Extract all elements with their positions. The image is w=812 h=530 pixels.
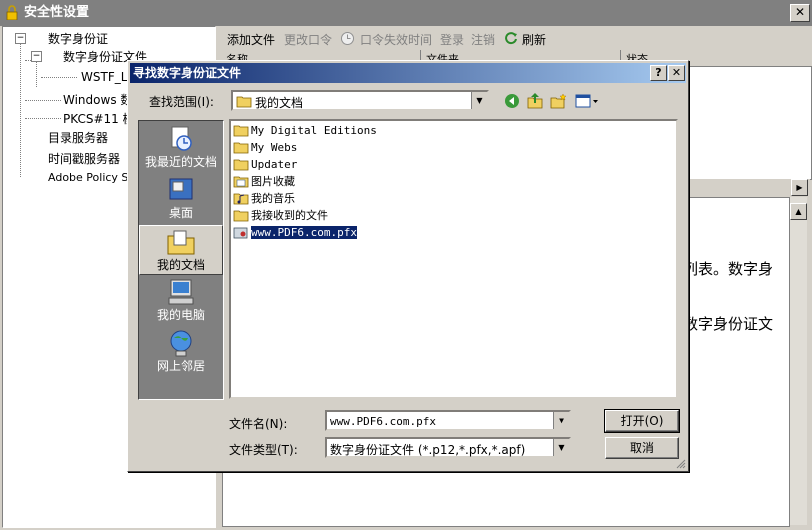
recent-documents-icon (171, 126, 192, 151)
cancel-button[interactable]: 取消 (605, 437, 679, 459)
help-button[interactable]: ? (650, 65, 667, 81)
folder-icon (233, 142, 249, 153)
places-bar: 我最近的文档 桌面 我的文档 我的电脑 网上邻居 (138, 120, 224, 400)
place-recent-documents[interactable]: 我最近的文档 (139, 123, 223, 173)
file-item[interactable]: My Digital Editions (233, 122, 377, 138)
certificate-file-icon (233, 227, 248, 238)
toolbar: 添加文件 更改口令 口令失效时间 登录 注销 刷新 (220, 26, 810, 50)
my-computer-icon (168, 279, 194, 305)
place-my-computer[interactable]: 我的电脑 (139, 276, 223, 326)
vertical-scrollbar[interactable]: ▲ (790, 197, 807, 525)
clock-icon (341, 32, 354, 45)
file-list[interactable]: My Digital Editions My Webs Updater 图片收藏… (229, 119, 678, 399)
tree-item-digital-id[interactable]: 数字身份证 (48, 30, 108, 47)
music-folder-icon (233, 193, 249, 204)
tree-item-adobe-policy-server[interactable]: Adobe Policy Ser (48, 171, 140, 184)
file-item[interactable]: 图片收藏 (233, 173, 295, 189)
filetype-select[interactable]: 数字身份证文件 (*.p12,*.pfx,*.apf) ▼ (325, 437, 571, 458)
look-in-label: 查找范围(I): (149, 95, 214, 109)
login-button[interactable]: 登录 (440, 31, 464, 48)
dialog-close-button[interactable]: ✕ (668, 65, 685, 81)
file-name: 图片收藏 (251, 175, 295, 188)
filename-input[interactable]: www.PDF6.com.pfx ▼ (325, 410, 571, 431)
up-folder-icon[interactable] (527, 92, 543, 109)
window-title: 安全性设置 (24, 5, 90, 20)
file-name: Updater (251, 157, 298, 171)
folder-icon (236, 96, 252, 108)
file-item[interactable]: Updater (233, 156, 297, 172)
file-name: 我接收到的文件 (251, 209, 328, 222)
refresh-button[interactable]: 刷新 (522, 31, 546, 48)
new-folder-icon[interactable] (550, 93, 567, 109)
change-password-button[interactable]: 更改口令 (284, 31, 332, 48)
place-label-my-computer: 我的电脑 (156, 308, 205, 322)
file-item[interactable]: 我的音乐 (233, 190, 295, 206)
place-label-desktop: 桌面 (168, 206, 193, 220)
file-name: www.PDF6.com.pfx (250, 224, 358, 240)
my-documents-icon (167, 230, 195, 255)
filename-value: www.PDF6.com.pfx (330, 415, 436, 428)
file-item-selected[interactable]: www.PDF6.com.pfx (233, 224, 358, 240)
scroll-right-arrow-icon[interactable]: ▶ (791, 179, 808, 196)
main-window-titlebar: 安全性设置 (0, 0, 812, 26)
add-file-button[interactable]: 添加文件 (227, 31, 275, 48)
place-label-network: 网上邻居 (156, 359, 205, 373)
look-in-dropdown-arrow-icon[interactable]: ▼ (471, 92, 487, 109)
dialog-titlebar: 寻找数字身份证文件 ? ✕ (130, 63, 686, 83)
filetype-label: 文件类型(T): (229, 443, 298, 457)
look-in-combo[interactable]: 我的文档 ▼ (231, 90, 489, 111)
password-timeout-button[interactable]: 口令失效时间 (360, 31, 432, 48)
filename-dropdown-arrow-icon[interactable]: ▼ (553, 412, 569, 429)
place-my-documents[interactable]: 我的文档 (139, 225, 223, 275)
place-label-my-documents: 我的文档 (156, 258, 205, 272)
pictures-folder-icon (233, 176, 249, 187)
file-name: My Digital Editions (251, 123, 377, 137)
view-menu-icon[interactable] (575, 94, 599, 108)
filetype-dropdown-arrow-icon[interactable]: ▼ (553, 439, 569, 456)
tree-expander-digital-id-files[interactable]: − (31, 51, 42, 62)
logout-button[interactable]: 注销 (471, 31, 495, 48)
look-in-value: 我的文档 (255, 96, 304, 110)
scroll-up-arrow-icon[interactable]: ▲ (790, 203, 807, 220)
folder-icon (233, 125, 249, 136)
description-line-1: 列表。数字身 (683, 260, 774, 278)
file-item[interactable]: 我接收到的文件 (233, 207, 328, 223)
file-name: My Webs (251, 140, 298, 154)
tree-item-directory-servers[interactable]: 目录服务器 (48, 129, 108, 146)
filetype-value: 数字身份证文件 (*.p12,*.pfx,*.apf) (330, 443, 526, 457)
network-places-icon (170, 330, 192, 357)
tree-expander-digital-id[interactable]: − (15, 33, 26, 44)
open-button[interactable]: 打开(O) (604, 409, 680, 433)
place-label-recent: 我最近的文档 (144, 155, 217, 169)
place-desktop[interactable]: 桌面 (139, 174, 223, 224)
place-network[interactable]: 网上邻居 (139, 327, 223, 377)
folder-icon (233, 210, 249, 221)
desktop-icon (169, 178, 193, 200)
refresh-icon (505, 32, 517, 45)
find-id-file-dialog: 寻找数字身份证文件 ? ✕ 查找范围(I): 我的文档 ▼ 我最近的文档 桌面 … (127, 60, 689, 472)
folder-icon (233, 159, 249, 170)
lock-icon (6, 5, 18, 20)
dialog-title: 寻找数字身份证文件 (133, 66, 242, 80)
description-line-2: 数字身份证文 (683, 315, 774, 333)
file-item[interactable]: My Webs (233, 139, 297, 155)
resize-grip-icon[interactable] (675, 458, 686, 469)
tree-item-timestamp-servers[interactable]: 时间戳服务器 (48, 150, 120, 167)
back-icon[interactable] (504, 93, 520, 109)
window-close-button[interactable]: ✕ (790, 4, 810, 22)
filename-label: 文件名(N): (229, 417, 288, 431)
file-name: 我的音乐 (251, 192, 295, 205)
